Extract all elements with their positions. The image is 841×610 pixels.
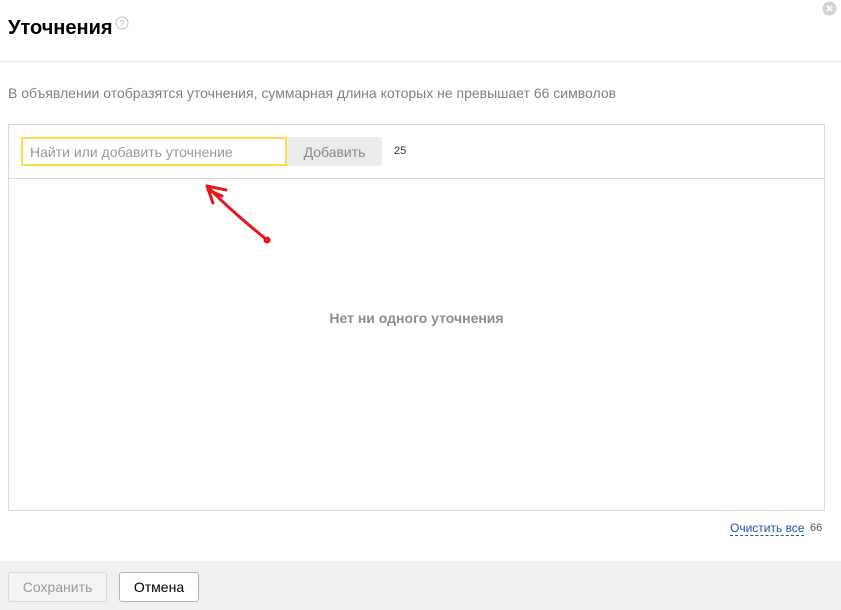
dialog-header: Уточнения ? (0, 0, 841, 62)
help-icon[interactable]: ? (115, 16, 129, 30)
close-icon[interactable] (822, 1, 837, 16)
cancel-button[interactable]: Отмена (119, 572, 199, 602)
clarifications-panel: Добавить 25 Нет ни одного уточнения (8, 124, 825, 511)
char-counter: 25 (394, 145, 407, 157)
description-text: В объявлении отобразятся уточнения, сумм… (8, 85, 617, 101)
clarifications-toolbar: Добавить 25 (9, 125, 824, 179)
add-button[interactable]: Добавить (287, 137, 382, 166)
dialog-title: Уточнения (8, 17, 113, 39)
svg-text:?: ? (119, 19, 124, 29)
dialog-footer: Сохранить Отмена (0, 561, 841, 610)
clarifications-dialog: Уточнения ? В объявлении отобразятся уто… (0, 0, 841, 610)
search-input[interactable] (21, 137, 287, 166)
save-button[interactable]: Сохранить (8, 572, 107, 602)
length-limit: 66 (810, 522, 823, 534)
clear-all-link[interactable]: Очистить все (730, 521, 805, 536)
empty-list-message: Нет ни одного уточнения (329, 310, 504, 326)
